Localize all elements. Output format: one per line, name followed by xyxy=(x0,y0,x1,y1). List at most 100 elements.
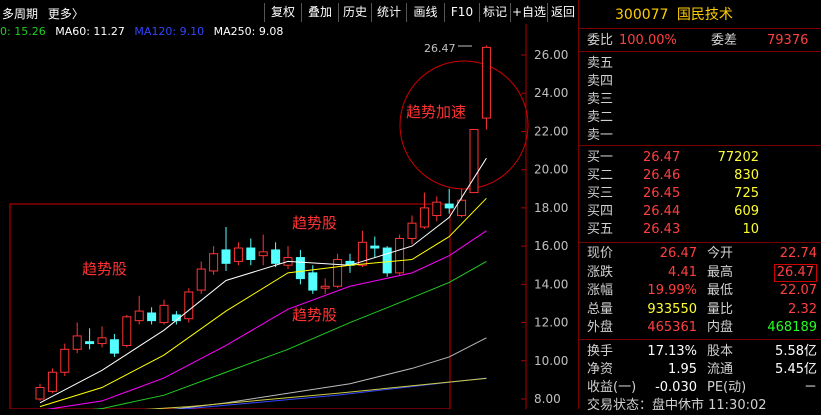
candle-body xyxy=(271,249,281,264)
stat2-row: 换手 17.13% 股本 5.58亿 xyxy=(587,343,817,361)
candle[interactable] xyxy=(271,242,281,268)
trading-status: 交易状态：盘中休市 11:30:02 xyxy=(587,398,767,413)
stat2-row: 净资 1.95 流通 5.45亿 xyxy=(587,361,817,379)
multi-period-label[interactable]: 多周期 xyxy=(2,7,38,21)
candle[interactable] xyxy=(333,253,343,289)
candle[interactable] xyxy=(481,45,491,130)
stat-label: 最高 xyxy=(707,264,734,280)
candle[interactable] xyxy=(35,383,45,401)
candle-body xyxy=(184,291,194,320)
toolbar-button-4[interactable]: 画线 xyxy=(406,3,444,22)
toolbar-button-3[interactable]: 统计 xyxy=(371,3,406,22)
toolbar-button-6[interactable]: 标记 xyxy=(479,3,510,22)
buy-volume: 725 xyxy=(734,186,759,201)
period-selector[interactable]: 多周期 更多〉 xyxy=(2,5,84,22)
candle[interactable] xyxy=(159,299,169,325)
stat2-value: -0.030 xyxy=(655,380,697,395)
candle-body xyxy=(196,268,206,291)
y-tick-label: 8.00 xyxy=(534,392,561,406)
sell-level-3: 卖三 xyxy=(587,92,614,107)
weibi-row: 委比 100.00% 委差 79376 xyxy=(587,32,808,50)
candle-body xyxy=(209,253,219,272)
toolbar-button-0[interactable]: 复权 xyxy=(264,3,301,22)
y-tick-label: 12.00 xyxy=(534,316,568,330)
stat-row: 总量 933550 量比 2.32 xyxy=(587,301,817,319)
candle[interactable] xyxy=(184,288,194,323)
candle-body xyxy=(419,207,429,228)
weibi-value: 100.00% xyxy=(619,33,677,48)
candle[interactable] xyxy=(432,196,442,222)
toolbar-button-8[interactable]: 返回 xyxy=(547,3,578,22)
y-tick-label: 22.00 xyxy=(534,124,568,138)
candle[interactable] xyxy=(345,253,355,273)
y-tick-label: 26.00 xyxy=(534,48,568,62)
candle[interactable] xyxy=(209,246,219,275)
peak-label: 26.47 xyxy=(424,42,456,55)
more-menu[interactable]: 更多〉 xyxy=(48,7,84,21)
candle[interactable] xyxy=(419,192,429,229)
candlestick-chart[interactable]: 26.00 24.00 22.00 20.00 18.00 16.00 14.00 12.00… xyxy=(0,24,578,409)
candle-body xyxy=(97,337,107,345)
toolbar-button-1[interactable]: 叠加 xyxy=(301,3,338,22)
candle[interactable] xyxy=(60,343,70,377)
candle[interactable] xyxy=(407,215,417,245)
stock-name: 国民技术 xyxy=(676,7,733,23)
candle[interactable] xyxy=(370,236,380,258)
candle[interactable] xyxy=(258,234,268,266)
candle[interactable] xyxy=(122,314,132,348)
annotation-trend-upper: 趋势股 xyxy=(292,214,337,232)
candle-body xyxy=(60,348,70,373)
stat-label: 最低 xyxy=(707,283,734,298)
sell-level-1: 卖一 xyxy=(587,128,614,143)
candle[interactable] xyxy=(47,368,57,394)
candle-body xyxy=(147,312,157,322)
stat-label: 涨幅 xyxy=(587,283,614,298)
buy-level-2: 买二 26.46 830 xyxy=(587,167,817,185)
stat-row: 现价 26.47 今开 22.74 xyxy=(587,245,817,263)
sell-level-4: 卖四 xyxy=(587,74,614,89)
toolbar-button-2[interactable]: 历史 xyxy=(338,3,371,22)
candle[interactable] xyxy=(147,307,157,325)
stat2-label: PE(动) xyxy=(707,380,747,395)
candle[interactable] xyxy=(221,227,231,271)
stat-value: 22.74 xyxy=(779,246,817,261)
toolbar-button-7[interactable]: +自选 xyxy=(510,3,547,22)
candle[interactable] xyxy=(85,328,95,350)
candle-body xyxy=(47,371,57,392)
y-tick-label: 10.00 xyxy=(534,354,568,368)
stat-value: 2.32 xyxy=(788,301,817,317)
candle[interactable] xyxy=(109,334,119,357)
candle[interactable] xyxy=(444,188,454,214)
candle[interactable] xyxy=(97,326,107,348)
candle-body xyxy=(246,247,256,260)
candle[interactable] xyxy=(134,295,144,325)
candle[interactable] xyxy=(395,234,405,275)
weicha-label: 委差 xyxy=(711,33,738,48)
stat2-value: 17.13% xyxy=(647,344,697,359)
stat-label: 量比 xyxy=(707,301,734,317)
toolbar-button-5[interactable]: F10 xyxy=(444,3,479,22)
buy-label: 买一 xyxy=(587,150,614,165)
y-tick-label: 24.00 xyxy=(534,86,568,100)
candle[interactable] xyxy=(283,246,293,270)
candle-body xyxy=(444,203,454,209)
annotation-trend-left: 趋势股 xyxy=(82,260,127,278)
candle[interactable] xyxy=(295,249,305,285)
buy-label: 买五 xyxy=(587,222,614,237)
candle-body xyxy=(85,341,95,345)
candle[interactable] xyxy=(246,238,256,266)
candle-body xyxy=(72,335,82,350)
candle[interactable] xyxy=(196,261,206,294)
candle[interactable] xyxy=(72,322,82,354)
stat-value: 19.99% xyxy=(647,283,697,298)
buy-label: 买三 xyxy=(587,186,614,201)
stat2-label: 换手 xyxy=(587,344,614,359)
candle[interactable] xyxy=(233,242,243,266)
annotation-trend-lower: 趋势股 xyxy=(292,306,337,324)
ma120-line xyxy=(174,377,487,409)
candle-body xyxy=(481,46,491,119)
stat2-value: 5.45亿 xyxy=(775,362,817,377)
buy-volume: 830 xyxy=(734,168,759,183)
candle[interactable] xyxy=(320,278,330,294)
stock-code: 300077 xyxy=(615,7,669,23)
